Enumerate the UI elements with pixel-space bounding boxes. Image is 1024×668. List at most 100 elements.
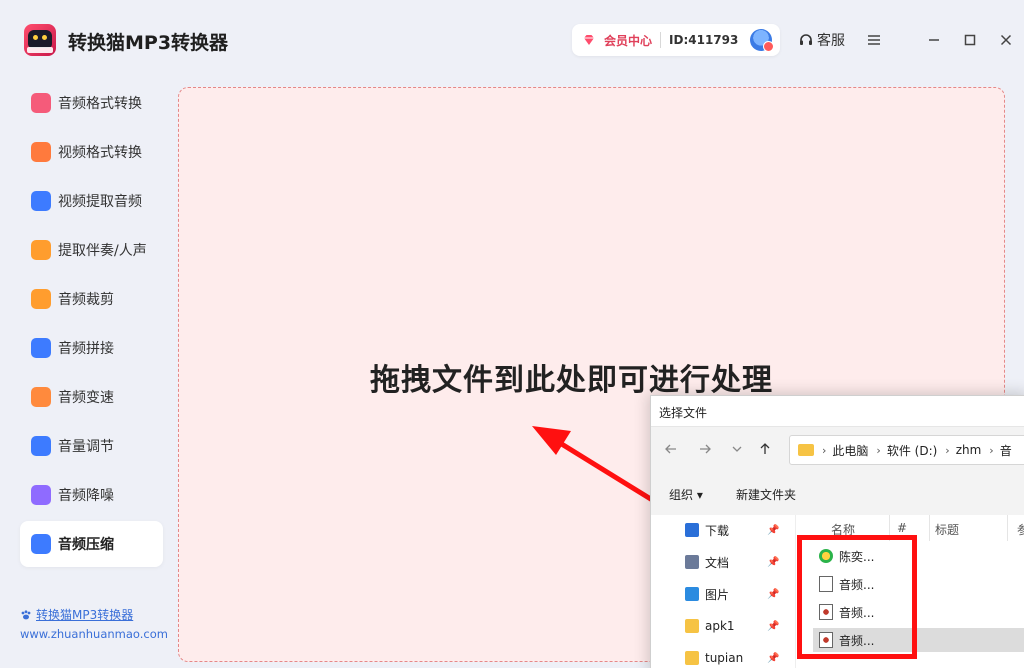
column-divider: [889, 515, 890, 541]
arrow-up-icon: [760, 443, 770, 454]
file-name: 音频...: [839, 577, 875, 592]
column-header-number[interactable]: #: [897, 521, 907, 535]
quick-access-item[interactable]: 文档 📌: [685, 551, 785, 573]
sidebar-item-label: 音频变速: [58, 390, 114, 406]
download-icon: [685, 523, 699, 537]
pin-icon[interactable]: 📌: [767, 589, 779, 600]
column-header-more[interactable]: 参: [1017, 521, 1024, 538]
forward-button[interactable]: [697, 441, 715, 459]
avatar[interactable]: [750, 29, 775, 52]
audio-file-icon: [819, 632, 833, 648]
footer-brand-label: 转换猫MP3转换器: [36, 608, 134, 622]
video-format-icon: [31, 142, 51, 162]
quick-access-item[interactable]: 下载 📌: [685, 519, 785, 541]
chevron-right-icon: ›: [989, 443, 994, 457]
close-icon: [1000, 34, 1012, 46]
sidebar-item-label: 音频裁剪: [58, 292, 114, 308]
quick-access-item[interactable]: 图片 📌: [685, 583, 785, 605]
drop-hint-text: 拖拽文件到此处即可进行处理: [370, 363, 773, 398]
hamburger-icon: [868, 35, 880, 45]
file-list-pane: 名称 # 标题 参 陈奕... 音频... 音频... 音频...: [797, 515, 1024, 668]
sidebar-item[interactable]: 音频降噪: [20, 472, 163, 518]
sidebar-item-label: 音量调节: [58, 439, 114, 455]
noise-reduce-icon: [31, 485, 51, 505]
sidebar-item[interactable]: 视频提取音频: [20, 178, 163, 224]
audio-cut-icon: [31, 289, 51, 309]
vip-center-label: 会员中心: [604, 33, 653, 48]
maximize-icon: [964, 34, 976, 46]
app-title: 转换猫MP3转换器: [68, 32, 229, 54]
footer-brand-link[interactable]: 转换猫MP3转换器: [20, 606, 133, 623]
file-open-dialog: 选择文件 › 此电脑 › 软件 (D:) › zhm › 音 组织 ▾ 新建文件…: [650, 395, 1024, 668]
column-divider: [1007, 515, 1008, 541]
file-name: 音频...: [839, 605, 875, 620]
sidebar-item-label: 视频格式转换: [58, 145, 142, 161]
video-extract-audio-icon: [31, 191, 51, 211]
breadcrumb-item[interactable]: 此电脑: [832, 442, 868, 459]
sidebar-item[interactable]: 音量调节: [20, 423, 163, 469]
dialog-title: 选择文件: [659, 406, 708, 420]
chevron-right-icon: ›: [822, 443, 827, 457]
sidebar-item-label: 音频降噪: [58, 488, 114, 504]
audio-file-icon: [819, 604, 833, 620]
quick-access-label: apk1: [705, 619, 735, 633]
file-row[interactable]: 音频...: [813, 600, 1024, 624]
file-row[interactable]: 音频...: [813, 628, 1024, 652]
app-logo: [24, 24, 56, 56]
audio-join-icon: [31, 338, 51, 358]
sidebar-item[interactable]: 提取伴奏/人声: [20, 227, 163, 273]
breadcrumb-item[interactable]: zhm: [956, 443, 982, 457]
quick-access-item[interactable]: apk1 📌: [685, 615, 785, 637]
audio-format-icon: [31, 93, 51, 113]
footer-url[interactable]: www.zhuanhuanmao.com: [20, 627, 168, 641]
dialog-nav-bar: › 此电脑 › 软件 (D:) › zhm › 音: [651, 426, 1024, 471]
arrow-left-icon: [665, 444, 676, 454]
sidebar-item[interactable]: 音频格式转换: [20, 80, 163, 126]
sidebar-item-label: 视频提取音频: [58, 194, 142, 210]
up-button[interactable]: [757, 441, 775, 459]
column-header-title[interactable]: 标题: [935, 521, 959, 538]
menu-button[interactable]: [862, 28, 886, 52]
sidebar-item-label: 提取伴奏/人声: [58, 243, 147, 259]
address-bar[interactable]: › 此电脑 › 软件 (D:) › zhm › 音: [789, 435, 1024, 465]
pin-icon[interactable]: 📌: [767, 653, 779, 664]
column-divider: [929, 515, 930, 541]
pin-icon[interactable]: 📌: [767, 525, 779, 536]
headset-icon: [800, 34, 812, 45]
file-name: 音频...: [839, 633, 875, 648]
file-row[interactable]: 音频...: [813, 572, 1024, 596]
sidebar-item[interactable]: 音频裁剪: [20, 276, 163, 322]
chevron-down-icon: [732, 446, 742, 452]
column-header-name[interactable]: 名称: [831, 521, 855, 538]
sidebar-item[interactable]: 音频拼接: [20, 325, 163, 371]
back-button[interactable]: [663, 441, 681, 459]
quick-access-pane: 下载 📌 文档 📌 图片 📌 apk1 📌 tupian 📌: [651, 515, 796, 668]
sidebar-item[interactable]: 音频压缩: [20, 521, 163, 567]
dialog-toolbar: 组织 ▾ 新建文件夹: [651, 471, 1024, 515]
pin-icon[interactable]: 📌: [767, 621, 779, 632]
chevron-right-icon: ›: [876, 443, 881, 457]
organize-button[interactable]: 组织 ▾: [669, 486, 703, 503]
sidebar-item[interactable]: 音频变速: [20, 374, 163, 420]
minimize-button[interactable]: [922, 28, 946, 52]
divider: [660, 32, 662, 48]
customer-service-button[interactable]: 客服: [798, 30, 845, 50]
minimize-icon: [929, 39, 939, 41]
file-row[interactable]: 陈奕...: [813, 544, 1024, 568]
pin-icon[interactable]: 📌: [767, 557, 779, 568]
user-id: ID:411793: [669, 33, 739, 47]
blank-file-icon: [819, 576, 833, 592]
vip-center-button[interactable]: 会员中心 ID:411793: [572, 24, 780, 56]
new-folder-button[interactable]: 新建文件夹: [736, 486, 796, 503]
quick-access-label: 下载: [705, 523, 730, 538]
breadcrumb-item[interactable]: 软件 (D:): [887, 442, 937, 459]
recent-dropdown-button[interactable]: [729, 441, 747, 459]
paw-icon: [21, 609, 31, 619]
quick-access-item[interactable]: tupian 📌: [685, 647, 785, 668]
sidebar-item-label: 音频格式转换: [58, 96, 142, 112]
close-button[interactable]: [994, 28, 1018, 52]
folder-icon: [798, 444, 814, 456]
breadcrumb-item[interactable]: 音: [1000, 442, 1012, 459]
maximize-button[interactable]: [958, 28, 982, 52]
sidebar-item[interactable]: 视频格式转换: [20, 129, 163, 175]
